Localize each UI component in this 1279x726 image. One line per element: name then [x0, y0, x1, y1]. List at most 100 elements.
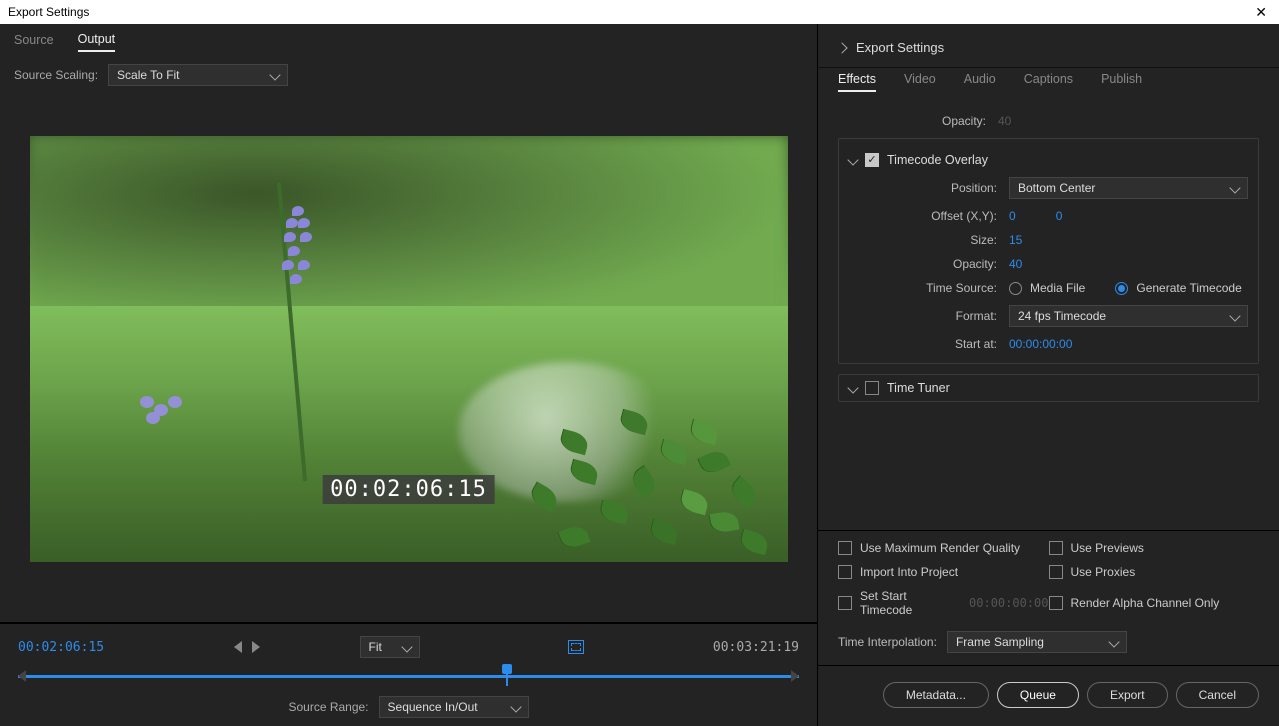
chevron-down-icon	[401, 641, 412, 652]
timecode-overlay-group: Timecode Overlay Position: Bottom Center…	[838, 138, 1259, 364]
scaling-dropdown[interactable]: Scale To Fit	[108, 64, 288, 86]
opacity-label: Opacity:	[849, 257, 1009, 271]
preview-area: 00:02:06:15	[0, 96, 817, 622]
format-value: 24 fps Timecode	[1018, 309, 1106, 323]
chevron-down-icon	[269, 69, 280, 80]
timesource-label: Time Source:	[849, 281, 1009, 295]
chevron-down-icon	[847, 382, 858, 393]
timeline[interactable]	[18, 666, 799, 688]
tab-audio[interactable]: Audio	[964, 72, 996, 92]
queue-button[interactable]: Queue	[997, 682, 1079, 708]
playhead[interactable]	[502, 664, 512, 686]
size-label: Size:	[849, 233, 1009, 247]
zoom-value: Fit	[369, 640, 382, 654]
right-panel: Export Settings Effects Video Audio Capt…	[818, 24, 1279, 726]
export-settings-toggle[interactable]: Export Settings	[838, 34, 1259, 61]
scaling-label: Source Scaling:	[14, 68, 98, 82]
opacity-top-param: Opacity: 40	[838, 114, 1259, 128]
start-tc-value: 00:00:00:00	[969, 596, 1048, 610]
tab-source[interactable]: Source	[14, 33, 54, 51]
close-icon[interactable]: ✕	[1251, 4, 1271, 21]
previews-checkbox[interactable]	[1049, 541, 1063, 555]
chevron-down-icon	[1229, 310, 1240, 321]
opacity-top-label: Opacity:	[838, 114, 998, 128]
step-forward-icon[interactable]	[252, 641, 260, 653]
radio-icon[interactable]	[1009, 282, 1022, 295]
interp-value: Frame Sampling	[956, 635, 1044, 649]
opacity-top-value: 40	[998, 114, 1011, 128]
interp-label: Time Interpolation:	[838, 635, 937, 649]
crop-icon[interactable]	[568, 640, 584, 654]
chevron-down-icon	[510, 701, 521, 712]
proxies-checkbox[interactable]	[1049, 565, 1063, 579]
timesource-media-file[interactable]: Media File	[1009, 281, 1085, 295]
time-tuner-checkbox[interactable]	[865, 381, 879, 395]
max-render-label: Use Maximum Render Quality	[860, 541, 1020, 555]
action-buttons: Metadata... Queue Export Cancel	[818, 665, 1279, 726]
position-dropdown[interactable]: Bottom Center	[1009, 177, 1248, 199]
import-row[interactable]: Import Into Project	[838, 565, 1049, 579]
tab-effects[interactable]: Effects	[838, 72, 876, 92]
format-label: Format:	[849, 309, 1009, 323]
preview-tabs: Source Output	[0, 24, 817, 60]
scaling-row: Source Scaling: Scale To Fit	[0, 60, 817, 96]
current-timecode[interactable]: 00:02:06:15	[18, 640, 104, 655]
start-tc-checkbox[interactable]	[838, 596, 852, 610]
offset-y[interactable]: 0	[1056, 209, 1063, 223]
max-render-checkbox[interactable]	[838, 541, 852, 555]
export-settings-title: Export Settings	[856, 40, 944, 55]
alpha-checkbox[interactable]	[1049, 596, 1063, 610]
tab-captions[interactable]: Captions	[1024, 72, 1073, 92]
startat-value[interactable]: 00:00:00:00	[1009, 337, 1072, 351]
video-preview[interactable]: 00:02:06:15	[30, 136, 788, 562]
duration-timecode: 00:03:21:19	[713, 640, 799, 655]
left-panel: Source Output Source Scaling: Scale To F…	[0, 24, 818, 726]
time-tuner-group: Time Tuner	[838, 374, 1259, 402]
tab-output[interactable]: Output	[78, 32, 116, 52]
timesource-generate[interactable]: Generate Timecode	[1115, 281, 1241, 295]
main: Source Output Source Scaling: Scale To F…	[0, 24, 1279, 726]
source-range-value: Sequence In/Out	[388, 700, 478, 714]
max-render-row[interactable]: Use Maximum Render Quality	[838, 541, 1049, 555]
source-range-dropdown[interactable]: Sequence In/Out	[379, 696, 529, 718]
timecode-overlay-header[interactable]: Timecode Overlay	[849, 153, 1248, 167]
alpha-label: Render Alpha Channel Only	[1071, 596, 1220, 610]
step-back-icon[interactable]	[234, 641, 242, 653]
timecode-overlay: 00:02:06:15	[322, 475, 495, 504]
alpha-row[interactable]: Render Alpha Channel Only	[1049, 589, 1260, 617]
radio-icon[interactable]	[1115, 282, 1128, 295]
timesource-opt2: Generate Timecode	[1136, 281, 1241, 295]
import-label: Import Into Project	[860, 565, 958, 579]
chevron-right-icon	[836, 42, 847, 53]
out-point-icon[interactable]	[791, 670, 799, 682]
format-dropdown[interactable]: 24 fps Timecode	[1009, 305, 1248, 327]
timesource-opt1: Media File	[1030, 281, 1085, 295]
in-point-icon[interactable]	[18, 670, 26, 682]
chevron-down-icon	[1108, 636, 1119, 647]
interp-dropdown[interactable]: Frame Sampling	[947, 631, 1127, 653]
previews-row[interactable]: Use Previews	[1049, 541, 1260, 555]
tab-publish[interactable]: Publish	[1101, 72, 1142, 92]
size-value[interactable]: 15	[1009, 233, 1022, 247]
import-checkbox[interactable]	[838, 565, 852, 579]
offset-x[interactable]: 0	[1009, 209, 1016, 223]
startat-label: Start at:	[849, 337, 1009, 351]
export-button[interactable]: Export	[1087, 682, 1168, 708]
effects-scroll[interactable]: Opacity: 40 Timecode Overlay Position: B…	[818, 100, 1279, 530]
zoom-dropdown[interactable]: Fit	[360, 636, 420, 658]
scaling-value: Scale To Fit	[117, 68, 179, 82]
cancel-button[interactable]: Cancel	[1176, 682, 1259, 708]
tab-video[interactable]: Video	[904, 72, 936, 92]
source-range-label: Source Range:	[288, 700, 368, 714]
titlebar: Export Settings ✕	[0, 0, 1279, 24]
metadata-button[interactable]: Metadata...	[883, 682, 989, 708]
start-tc-row[interactable]: Set Start Timecode 00:00:00:00	[838, 589, 1049, 617]
time-tuner-header[interactable]: Time Tuner	[849, 381, 1248, 395]
timecode-overlay-checkbox[interactable]	[865, 153, 879, 167]
window-title: Export Settings	[8, 5, 89, 19]
opacity-value[interactable]: 40	[1009, 257, 1022, 271]
start-tc-label: Set Start Timecode	[860, 589, 961, 617]
proxies-row[interactable]: Use Proxies	[1049, 565, 1260, 579]
render-options: Use Maximum Render Quality Use Previews …	[818, 530, 1279, 631]
proxies-label: Use Proxies	[1071, 565, 1136, 579]
